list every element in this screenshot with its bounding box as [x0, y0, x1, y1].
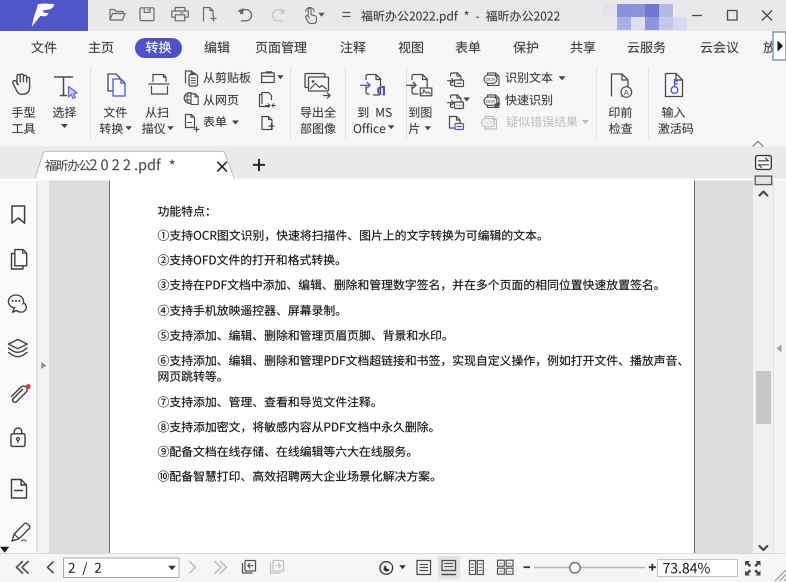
svg-text:OCR: OCR — [486, 77, 496, 82]
svg-text:OCR: OCR — [486, 99, 496, 104]
svg-text:A: A — [624, 88, 629, 97]
svg-text:OCR: OCR — [483, 121, 493, 126]
